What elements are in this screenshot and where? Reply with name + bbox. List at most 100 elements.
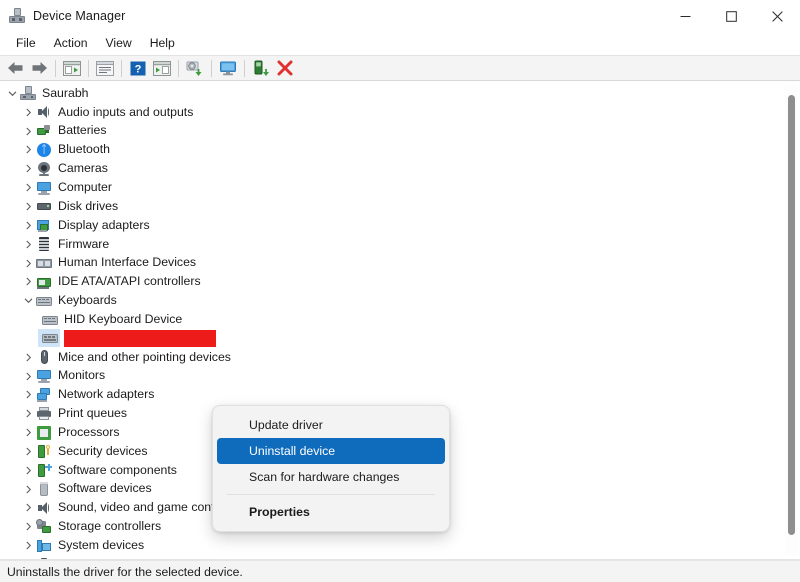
chevron-right-icon[interactable]: [20, 127, 36, 136]
tree-item-system-devices[interactable]: System devices: [0, 536, 800, 555]
tree-item-batteries[interactable]: Batteries: [0, 122, 800, 141]
menu-file[interactable]: File: [7, 34, 45, 53]
speaker-icon: [36, 104, 52, 120]
properties-icon[interactable]: [93, 57, 117, 80]
chevron-right-icon[interactable]: [20, 503, 36, 512]
monitor-icon: [36, 368, 52, 384]
status-bar-text: Uninstalls the driver for the selected d…: [7, 564, 243, 579]
title-bar: Device Manager: [0, 0, 800, 32]
chevron-right-icon[interactable]: [20, 390, 36, 399]
tree-item-display-adapters[interactable]: Display adapters: [0, 216, 800, 235]
tree-item-label: Software components: [58, 462, 177, 477]
chevron-right-icon[interactable]: [20, 145, 36, 154]
device-tree-panel: Saurabh Audio inputs and outputs Batteri…: [0, 81, 800, 560]
display-adapter-icon: [36, 217, 52, 233]
chevron-right-icon[interactable]: [20, 164, 36, 173]
chevron-right-icon[interactable]: [20, 277, 36, 286]
tree-item-label: Audio inputs and outputs: [58, 104, 194, 119]
tree-item-network-adapters[interactable]: Network adapters: [0, 386, 800, 405]
menu-help[interactable]: Help: [141, 34, 184, 53]
chevron-right-icon[interactable]: [20, 108, 36, 117]
tree-item-monitors[interactable]: Monitors: [0, 367, 800, 386]
tree-item-label: Human Interface Devices: [58, 255, 197, 270]
tree-item-universal-serial-bus-controllers[interactable]: Universal Serial Bus controllers: [0, 555, 800, 559]
chevron-right-icon[interactable]: [20, 221, 36, 230]
chevron-right-icon[interactable]: [20, 183, 36, 192]
chevron-right-icon[interactable]: [20, 202, 36, 211]
context-menu-item-scan-for-hardware-changes[interactable]: Scan for hardware changes: [217, 464, 445, 490]
tree-item-hid-keyboard-device[interactable]: HID Keyboard Device: [0, 310, 800, 329]
menu-action[interactable]: Action: [45, 34, 97, 53]
toolbar-separator: [244, 59, 245, 77]
tree-item-human-interface-devices[interactable]: Human Interface Devices: [0, 254, 800, 273]
context-menu-item-properties[interactable]: Properties: [217, 499, 445, 525]
hid-icon: [36, 255, 52, 271]
chevron-right-icon[interactable]: [20, 466, 36, 475]
camera-icon: [36, 161, 52, 177]
chevron-right-icon[interactable]: [20, 485, 36, 494]
firmware-icon: [36, 236, 52, 252]
back-arrow-icon[interactable]: [3, 57, 27, 80]
tree-item-audio-inputs-and-outputs[interactable]: Audio inputs and outputs: [0, 103, 800, 122]
tree-item-bluetooth[interactable]: ᛏ Bluetooth: [0, 141, 800, 160]
tree-item-firmware[interactable]: Firmware: [0, 235, 800, 254]
chevron-right-icon[interactable]: [20, 353, 36, 362]
enable-device-icon[interactable]: [249, 57, 273, 80]
help-icon[interactable]: ?: [126, 57, 150, 80]
keyboard-icon: [42, 312, 58, 328]
software-device-icon: [36, 481, 52, 497]
redacted-device-name: [64, 329, 216, 347]
close-button[interactable]: [754, 0, 800, 32]
chevron-right-icon[interactable]: [20, 240, 36, 249]
tree-item-label: Computer: [58, 179, 112, 194]
tree-item-computer[interactable]: Computer: [0, 178, 800, 197]
update-driver-icon[interactable]: [183, 57, 207, 80]
tree-item-mice-and-other-pointing-devices[interactable]: Mice and other pointing devices: [0, 348, 800, 367]
security-device-icon: [36, 443, 52, 459]
scrollbar-thumb[interactable]: [788, 95, 795, 535]
menu-view[interactable]: View: [97, 34, 141, 53]
system-device-icon: [36, 538, 52, 554]
tree-item-label: Mice and other pointing devices: [58, 349, 231, 364]
chevron-right-icon[interactable]: [20, 522, 36, 531]
tree-item-keyboards[interactable]: Keyboards: [0, 291, 800, 310]
chevron-right-icon[interactable]: [20, 259, 36, 268]
vertical-scrollbar[interactable]: [785, 85, 798, 555]
uninstall-device-icon[interactable]: [273, 57, 297, 80]
bluetooth-icon: ᛏ: [36, 142, 52, 158]
software-component-icon: [36, 462, 52, 478]
minimize-button[interactable]: [662, 0, 708, 32]
chevron-right-icon[interactable]: [20, 447, 36, 456]
chevron-right-icon[interactable]: [20, 372, 36, 381]
chevron-down-icon[interactable]: [20, 296, 36, 305]
show-hide-console-tree-icon[interactable]: [60, 57, 84, 80]
toolbar-separator: [55, 59, 56, 77]
tree-item-cameras[interactable]: Cameras: [0, 159, 800, 178]
disk-drive-icon: [36, 198, 52, 214]
tree-item-disk-drives[interactable]: Disk drives: [0, 197, 800, 216]
scan-for-hardware-changes-icon[interactable]: [216, 57, 240, 80]
mouse-icon: [36, 349, 52, 365]
tree-item-label: IDE ATA/ATAPI controllers: [58, 274, 201, 289]
tree-item-label: Universal Serial Bus controllers: [58, 558, 229, 559]
tree-item-label: Disk drives: [58, 198, 119, 213]
toolbar: ?: [0, 55, 800, 81]
chevron-down-icon[interactable]: [4, 89, 20, 98]
chevron-right-icon[interactable]: [20, 541, 36, 550]
tree-item-ide-ata-atapi-controllers[interactable]: IDE ATA/ATAPI controllers: [0, 272, 800, 291]
maximize-button[interactable]: [708, 0, 754, 32]
chevron-right-icon[interactable]: [20, 428, 36, 437]
context-menu-item-update-driver[interactable]: Update driver: [217, 412, 445, 438]
show-hide-action-pane-icon[interactable]: [150, 57, 174, 80]
forward-arrow-icon[interactable]: [27, 57, 51, 80]
tree-item-selected-keyboard-device[interactable]: [0, 328, 800, 348]
context-menu-item-uninstall-device[interactable]: Uninstall device: [217, 438, 445, 464]
tree-item-root[interactable]: Saurabh: [0, 84, 800, 103]
window-title: Device Manager: [33, 9, 126, 23]
chevron-right-icon[interactable]: [20, 409, 36, 418]
context-menu-separator: [227, 494, 435, 495]
tree-item-label: Firmware: [58, 236, 110, 251]
title-bar-left: Device Manager: [0, 8, 125, 24]
svg-text:?: ?: [135, 63, 142, 75]
device-manager-icon: [9, 8, 25, 24]
